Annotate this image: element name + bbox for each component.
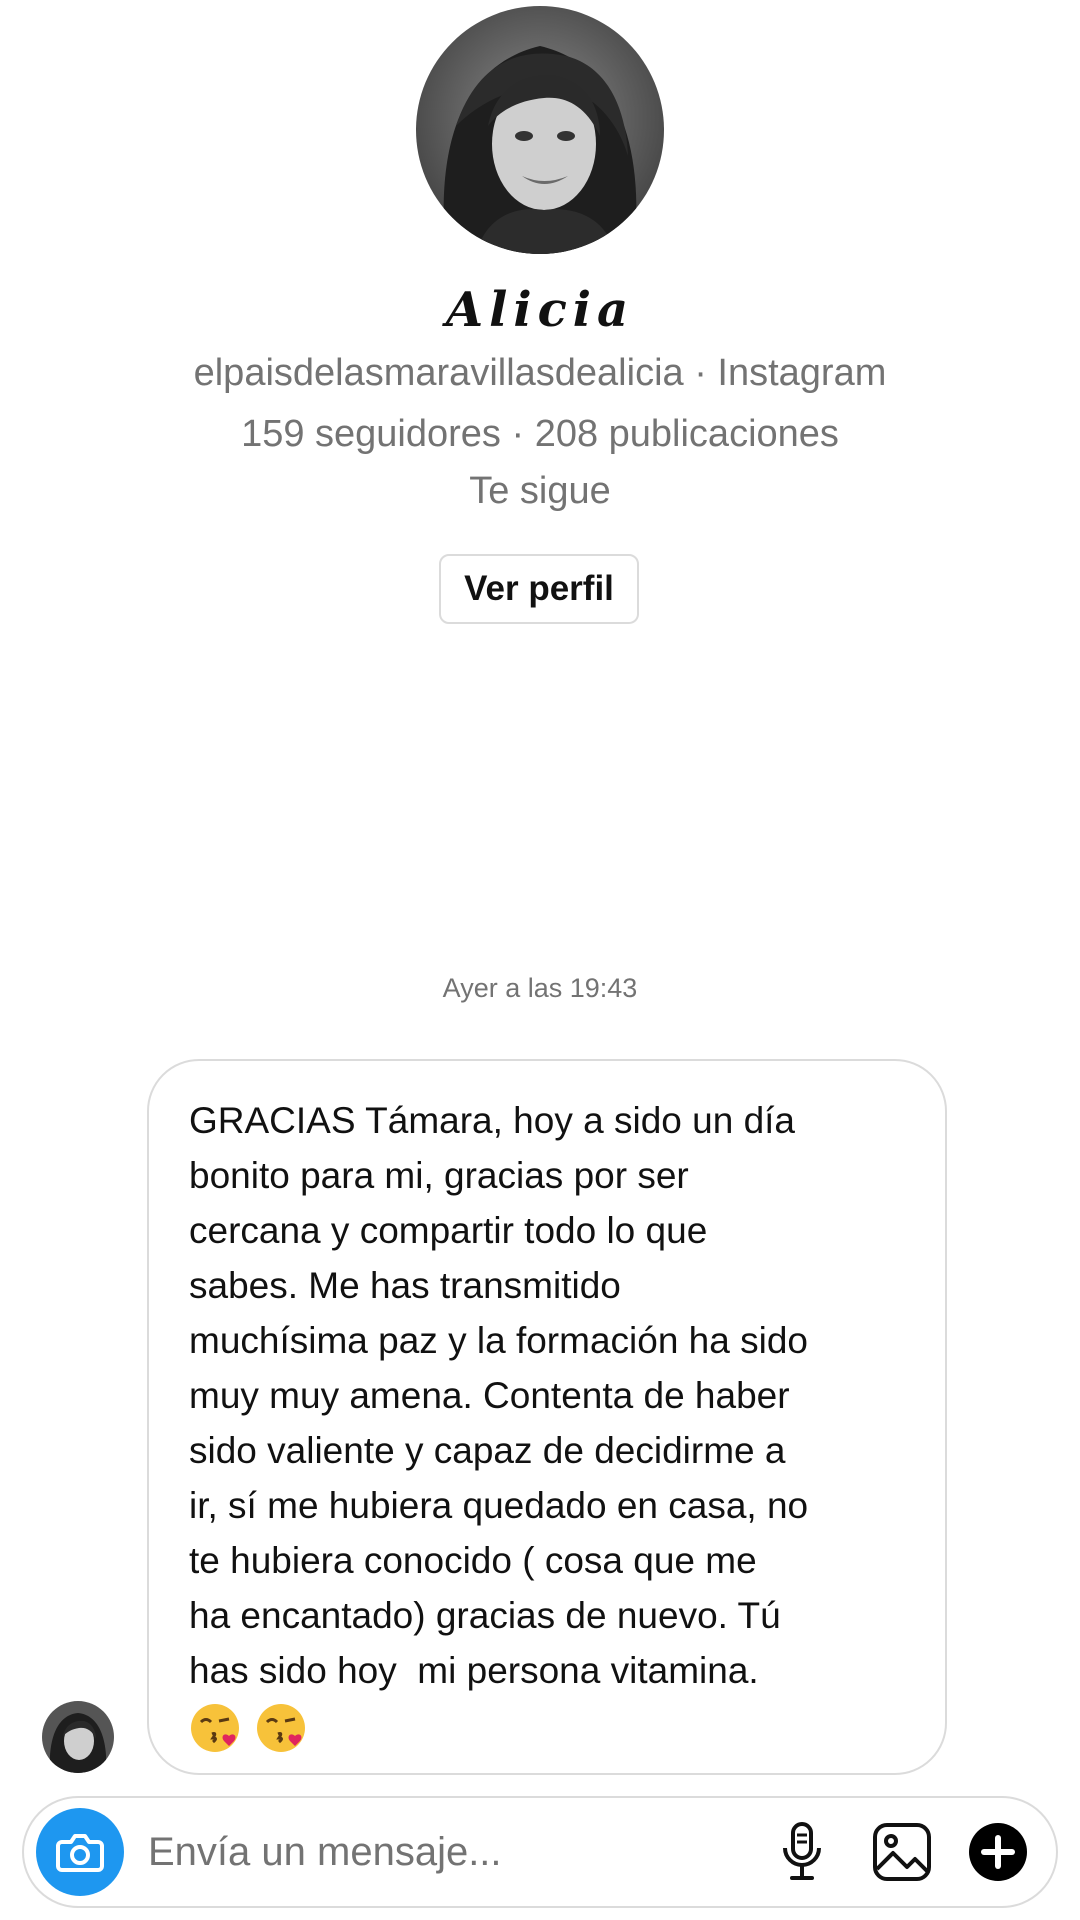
microphone-icon xyxy=(783,1822,821,1880)
gallery-icon xyxy=(873,1823,931,1881)
profile-stats-line: 159 seguidores · 208 publicaciones xyxy=(241,413,839,455)
camera-icon xyxy=(56,1834,104,1872)
camera-button[interactable] xyxy=(36,1808,124,1896)
kiss-face-emoji-icon xyxy=(257,1704,305,1752)
kiss-face-emoji-icon xyxy=(191,1704,239,1752)
follow-status: Te sigue xyxy=(469,470,611,512)
profile-username-line: elpaisdelasmaravillasdealicia · Instagra… xyxy=(193,352,887,394)
message-timestamp: Ayer a las 19:43 xyxy=(442,973,638,1003)
add-content-button[interactable] xyxy=(958,1812,1038,1892)
gallery-button[interactable] xyxy=(862,1812,942,1892)
message-composer xyxy=(22,1796,1058,1908)
direct-message-screen: Alicia elpaisdelasmaravillasdealicia · I… xyxy=(0,0,1080,1920)
view-profile-button[interactable]: Ver perfil xyxy=(439,554,639,624)
microphone-button[interactable] xyxy=(762,1812,842,1892)
profile-display-name: Alicia xyxy=(445,282,635,338)
profile-photo xyxy=(416,6,664,254)
sender-avatar[interactable] xyxy=(42,1701,114,1773)
plus-icon xyxy=(969,1823,1027,1881)
received-message-bubble[interactable]: GRACIAS Támara, hoy a sido un día bonito… xyxy=(147,1059,947,1775)
message-input[interactable] xyxy=(148,1818,748,1886)
profile-avatar[interactable] xyxy=(416,6,664,254)
emoji-row xyxy=(189,1702,909,1754)
sender-photo xyxy=(42,1701,114,1773)
message-text: GRACIAS Támara, hoy a sido un día bonito… xyxy=(189,1100,809,1691)
